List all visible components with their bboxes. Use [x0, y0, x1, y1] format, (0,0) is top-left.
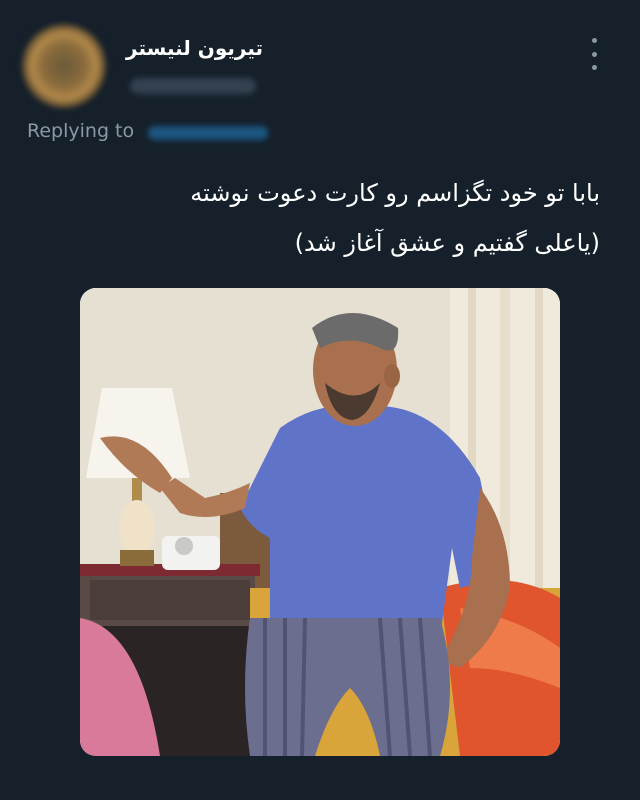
tweet-text: بابا تو خود تگزاسم رو کارت دعوت نوشته (ی… — [40, 168, 600, 268]
tweet-text-line-1: بابا تو خود تگزاسم رو کارت دعوت نوشته — [190, 179, 600, 207]
replying-to-handle-redacted[interactable] — [148, 126, 268, 140]
avatar[interactable] — [22, 24, 106, 108]
tweet-text-line-2: (یاعلی گفتیم و عشق آغاز شد) — [294, 229, 600, 257]
display-name[interactable]: تیریون لنیستر — [126, 36, 263, 60]
user-handle-redacted — [130, 78, 256, 94]
photo-illustration — [80, 288, 560, 756]
tweet-photo[interactable] — [80, 288, 560, 756]
replying-to-label: Replying to — [27, 120, 135, 142]
tweet-header: تیریون لنیستر — [0, 0, 640, 120]
more-vertical-icon[interactable] — [584, 38, 604, 70]
